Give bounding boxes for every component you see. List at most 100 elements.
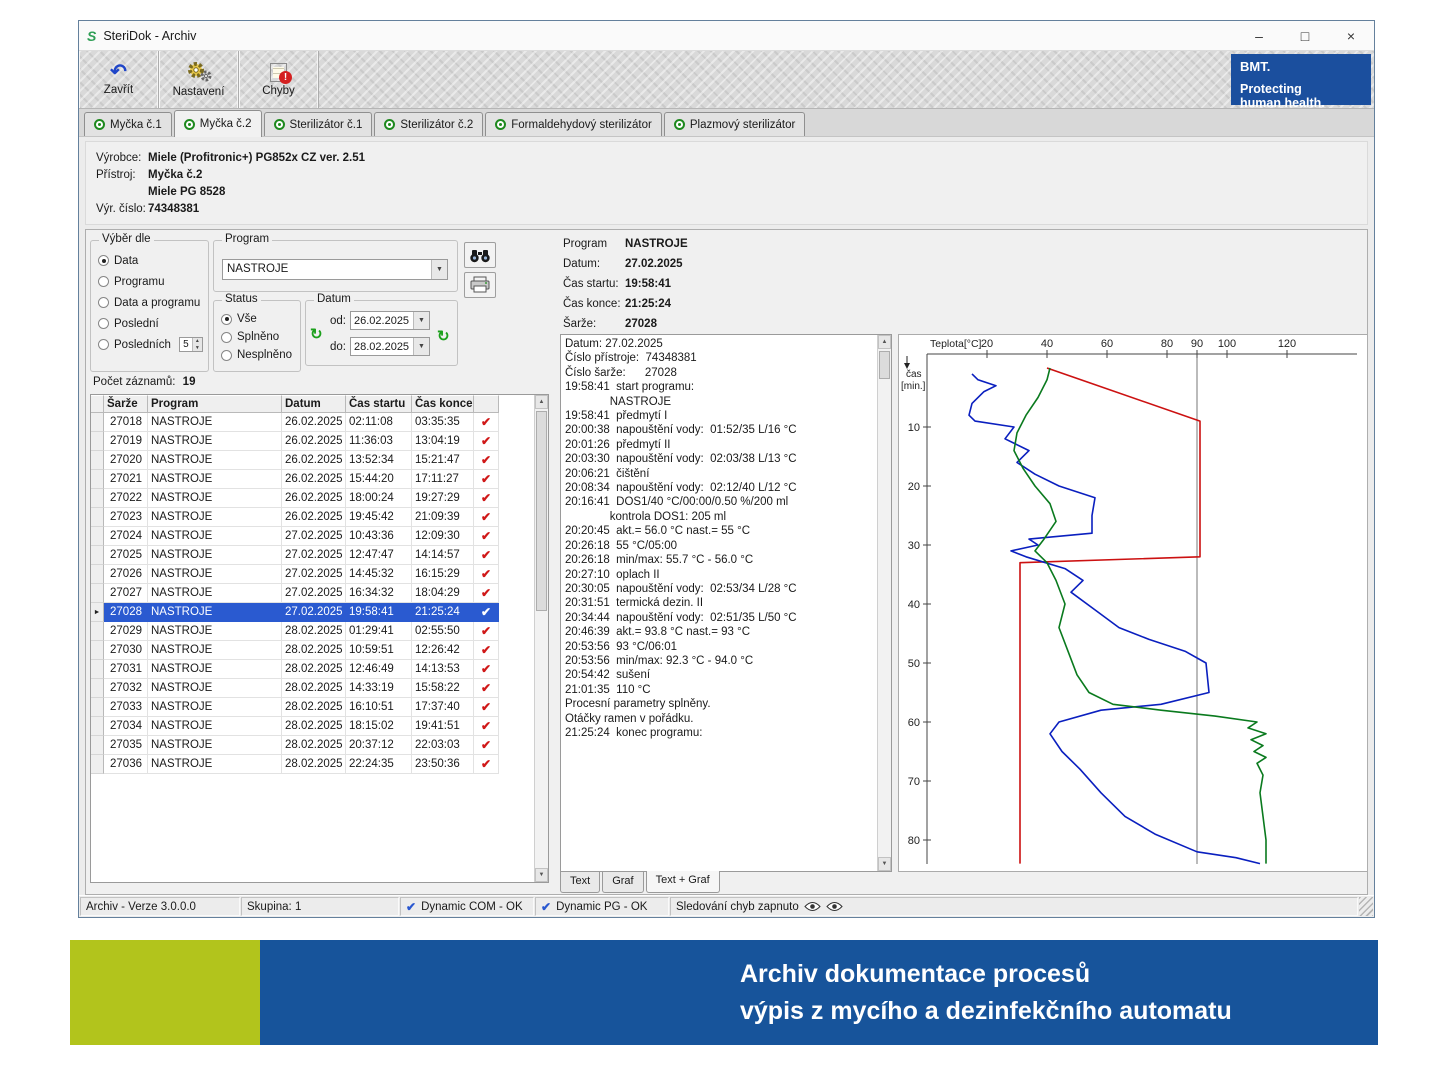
table-row[interactable]: 27022NASTROJE26.02.202518:00:2419:27:29✔: [91, 489, 499, 508]
scrollbar-thumb[interactable]: [536, 411, 547, 611]
table-row[interactable]: 27036NASTROJE28.02.202522:24:3523:50:36✔: [91, 755, 499, 774]
table-row[interactable]: 27024NASTROJE27.02.202510:43:3612:09:30✔: [91, 527, 499, 546]
log-scrollbar[interactable]: ▲ ▼: [877, 335, 891, 871]
table-row[interactable]: 27035NASTROJE28.02.202520:37:1222:03:03✔: [91, 736, 499, 755]
dropdown-arrow-icon[interactable]: ▼: [413, 338, 429, 355]
column-header[interactable]: Datum: [282, 395, 346, 413]
records-count-label: Počet záznamů:: [93, 376, 175, 388]
table-row[interactable]: 27020NASTROJE26.02.202513:52:3415:21:47✔: [91, 451, 499, 470]
radio-icon: [98, 297, 109, 308]
resize-grip[interactable]: [1359, 897, 1373, 916]
table-row[interactable]: 27029NASTROJE28.02.202501:29:4102:55:50✔: [91, 622, 499, 641]
table-row[interactable]: 27023NASTROJE26.02.202519:45:4221:09:39✔: [91, 508, 499, 527]
radio-option[interactable]: Posledních5▲▼: [91, 334, 208, 355]
search-button[interactable]: [464, 242, 496, 268]
radio-option[interactable]: Nesplněno: [214, 346, 300, 364]
table-cell: NASTROJE: [148, 489, 282, 508]
records-count-value: 19: [183, 376, 196, 388]
view-tab[interactable]: Graf: [602, 872, 643, 893]
refresh-icon[interactable]: ↻: [437, 327, 450, 345]
table-row[interactable]: 27025NASTROJE27.02.202512:47:4714:14:57✔: [91, 546, 499, 565]
device-tab[interactable]: Myčka č.2: [174, 110, 262, 137]
errors-button[interactable]: ! Chyby: [239, 51, 319, 108]
table-cell: 27020: [104, 451, 148, 470]
table-row[interactable]: 27033NASTROJE28.02.202516:10:5117:37:40✔: [91, 698, 499, 717]
count-spinner[interactable]: 5▲▼: [179, 337, 203, 352]
table-row[interactable]: 27027NASTROJE27.02.202516:34:3218:04:29✔: [91, 584, 499, 603]
close-archive-button[interactable]: ↶ Zavřít: [79, 51, 159, 108]
spinner-arrows[interactable]: ▲▼: [192, 338, 202, 351]
radio-icon: [98, 255, 109, 266]
column-header[interactable]: Čas startu: [346, 395, 412, 413]
scroll-up-icon[interactable]: ▲: [535, 395, 548, 409]
scroll-up-icon[interactable]: ▲: [878, 335, 891, 349]
table-cell: 27035: [104, 736, 148, 755]
device-tab[interactable]: Myčka č.1: [84, 112, 172, 136]
table-row[interactable]: ►27028NASTROJE27.02.202519:58:4121:25:24…: [91, 603, 499, 622]
status-check-icon: ✔: [474, 641, 499, 660]
device-tab[interactable]: Formaldehydový sterilizátor: [485, 112, 662, 136]
view-tab[interactable]: Text + Graf: [646, 871, 720, 893]
settings-button[interactable]: Nastavení: [159, 51, 239, 108]
maximize-button[interactable]: □: [1282, 21, 1328, 50]
table-cell: 12:26:42: [412, 641, 474, 660]
status-check-icon: ✔: [474, 698, 499, 717]
device-tab[interactable]: Sterilizátor č.1: [264, 112, 373, 136]
radio-option[interactable]: Data a programu: [91, 292, 208, 313]
device-tab[interactable]: Plazmový sterilizátor: [664, 112, 805, 136]
date-from-field[interactable]: 26.02.2025 ▼: [350, 311, 430, 330]
radio-option[interactable]: Poslední: [91, 313, 208, 334]
minimize-button[interactable]: –: [1236, 21, 1282, 50]
dropdown-arrow-icon[interactable]: ▼: [413, 312, 429, 329]
table-cell: 26.02.2025: [282, 451, 346, 470]
column-header[interactable]: Šarže: [104, 395, 148, 413]
spinner-down-icon[interactable]: ▼: [193, 345, 202, 352]
table-row[interactable]: 27031NASTROJE28.02.202512:46:4914:13:53✔: [91, 660, 499, 679]
print-button[interactable]: [464, 272, 496, 298]
table-row[interactable]: 27021NASTROJE26.02.202515:44:2017:11:27✔: [91, 470, 499, 489]
scrollbar-thumb[interactable]: [879, 351, 890, 379]
table-row[interactable]: 27034NASTROJE28.02.202518:15:0219:41:51✔: [91, 717, 499, 736]
status-check-icon: ✔: [474, 489, 499, 508]
titlebar[interactable]: S SteriDok - Archiv – □ ×: [79, 21, 1374, 51]
detail-label: Šarže:: [563, 318, 625, 330]
radio-option[interactable]: Vše: [214, 310, 300, 328]
close-button[interactable]: ×: [1328, 21, 1374, 50]
records-scrollbar[interactable]: ▲ ▼: [534, 395, 548, 882]
table-cell: 27034: [104, 717, 148, 736]
table-row[interactable]: 27018NASTROJE26.02.202502:11:0803:35:35✔: [91, 413, 499, 432]
device-tab[interactable]: Sterilizátor č.2: [374, 112, 483, 136]
table-cell: NASTROJE: [148, 679, 282, 698]
log-line: Číslo šarže: 27028: [565, 366, 875, 380]
radio-option[interactable]: Programu: [91, 271, 208, 292]
table-cell: NASTROJE: [148, 584, 282, 603]
table-row[interactable]: 27032NASTROJE28.02.202514:33:1915:58:22✔: [91, 679, 499, 698]
status-bar: Archiv - Verze 3.0.0.0Skupina: 1✔Dynamic…: [79, 895, 1374, 917]
dropdown-arrow-icon[interactable]: ▼: [431, 260, 447, 279]
device-tabbar: Myčka č.1Myčka č.2Sterilizátor č.1Steril…: [79, 109, 1374, 137]
table-cell: 13:04:19: [412, 432, 474, 451]
scroll-down-icon[interactable]: ▼: [878, 857, 891, 871]
close-archive-label: Zavřít: [104, 84, 133, 96]
vyber-dle-options: Data Programu Data a programuPosledníPosle…: [91, 241, 208, 355]
column-header[interactable]: Program: [148, 395, 282, 413]
scroll-down-icon[interactable]: ▼: [535, 868, 548, 882]
view-tab[interactable]: Text: [560, 872, 600, 893]
device-info-value: Miele PG 8528: [148, 186, 225, 198]
program-combobox[interactable]: NASTROJE ▼: [222, 259, 448, 280]
table-cell: NASTROJE: [148, 755, 282, 774]
log-line: 20:20:45 akt.= 56.0 °C nast.= 55 °C: [565, 524, 875, 538]
records-table-head: ŠaržeProgramDatumČas startuČas konce: [91, 395, 499, 413]
column-header[interactable]: Čas konce: [412, 395, 474, 413]
table-row[interactable]: 27026NASTROJE27.02.202514:45:3216:15:29✔: [91, 565, 499, 584]
radio-option[interactable]: Splněno: [214, 328, 300, 346]
device-info-value: Miele (Profitronic+) PG852x CZ ver. 2.51: [148, 152, 365, 164]
radio-option[interactable]: Data: [91, 250, 208, 271]
table-row[interactable]: 27030NASTROJE28.02.202510:59:5112:26:42✔: [91, 641, 499, 660]
view-tabs: TextGrafText + Graf: [560, 872, 722, 893]
status-check-icon: ✔: [474, 755, 499, 774]
date-to-field[interactable]: 28.02.2025 ▼: [350, 337, 430, 356]
radio-label: Programu: [114, 276, 165, 288]
table-row[interactable]: 27019NASTROJE26.02.202511:36:0313:04:19✔: [91, 432, 499, 451]
table-cell: 13:52:34: [346, 451, 412, 470]
